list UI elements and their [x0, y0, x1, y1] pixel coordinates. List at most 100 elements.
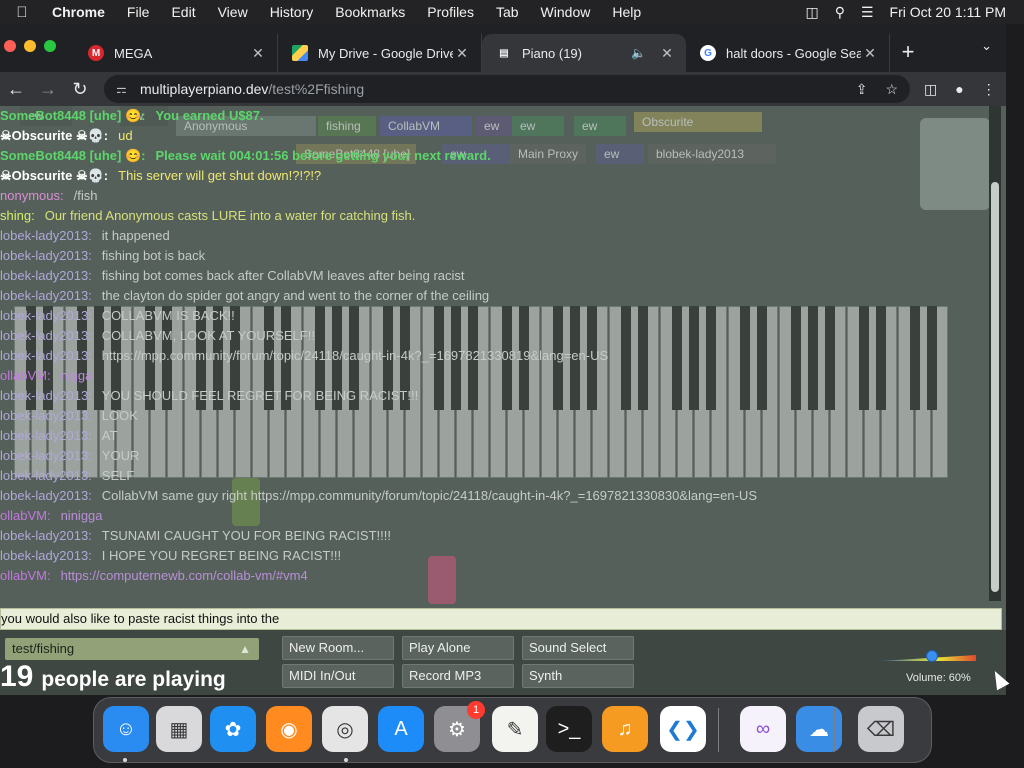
- bookmark-star-icon[interactable]: ☆: [885, 81, 898, 98]
- chat-scrollbar[interactable]: [989, 106, 1001, 601]
- close-window-button[interactable]: [4, 40, 16, 52]
- chat-author[interactable]: nonymous:: [0, 188, 64, 203]
- menu-view[interactable]: View: [207, 4, 259, 20]
- sound-select-button[interactable]: Sound Select: [522, 636, 634, 660]
- tab-google-search[interactable]: G halt doors - Google Search ✕: [686, 34, 890, 72]
- chat-author[interactable]: ollabVM:: [0, 508, 51, 523]
- menu-window[interactable]: Window: [530, 4, 602, 20]
- menu-history[interactable]: History: [259, 4, 325, 20]
- midi-in-out-button[interactable]: MIDI In/Out: [282, 664, 394, 688]
- launchpad-icon[interactable]: ▦: [156, 706, 202, 752]
- apple-icon[interactable]: : [0, 4, 44, 21]
- menu-bookmarks[interactable]: Bookmarks: [324, 4, 416, 20]
- menu-edit[interactable]: Edit: [160, 4, 206, 20]
- forward-icon[interactable]: →: [32, 79, 64, 100]
- share-icon[interactable]: ⇪: [856, 81, 868, 98]
- chrome-icon[interactable]: ◎: [322, 706, 368, 752]
- menu-app-name[interactable]: Chrome: [44, 4, 116, 20]
- safari-icon[interactable]: ✿: [210, 706, 256, 752]
- menu-clock[interactable]: Fri Oct 20 1:11 PM: [890, 4, 1006, 20]
- close-tab-icon[interactable]: ✕: [453, 45, 471, 62]
- window-controls: [4, 40, 56, 52]
- chat-author[interactable]: SomeBot8448 [uhe] 😊:: [0, 148, 146, 163]
- chat-author[interactable]: lobek-lady2013:: [0, 528, 92, 543]
- side-panel-icon[interactable]: ◫: [924, 81, 937, 98]
- chat-author[interactable]: lobek-lady2013:: [0, 468, 92, 483]
- chat-author[interactable]: lobek-lady2013:: [0, 268, 92, 283]
- close-tab-icon[interactable]: ✕: [861, 45, 879, 62]
- weather-icon[interactable]: ☁: [796, 706, 842, 752]
- chat-author[interactable]: lobek-lady2013:: [0, 248, 92, 263]
- synth-button[interactable]: Synth: [522, 664, 634, 688]
- chat-author[interactable]: lobek-lady2013:: [0, 328, 92, 343]
- chat-author[interactable]: lobek-lady2013:: [0, 428, 92, 443]
- textedit-icon[interactable]: ✎: [492, 706, 538, 752]
- chat-author[interactable]: lobek-lady2013:: [0, 308, 92, 323]
- chat-text: it happened: [101, 228, 170, 243]
- chat-author[interactable]: lobek-lady2013:: [0, 548, 92, 563]
- chat-author[interactable]: shing:: [0, 208, 35, 223]
- profile-icon[interactable]: ●: [955, 81, 963, 98]
- chat-text: I HOPE YOU REGRET BEING RACIST!!!: [101, 548, 342, 563]
- terminal-icon[interactable]: >_: [546, 706, 592, 752]
- chat-text: nigga: [60, 368, 93, 383]
- more-menu-icon[interactable]: ⋮: [982, 81, 996, 98]
- chevron-down-icon[interactable]: ⌄: [981, 38, 992, 54]
- spotlight-search-icon[interactable]: ⚲: [835, 4, 845, 21]
- back-icon[interactable]: ←: [0, 79, 32, 100]
- room-select[interactable]: test/fishing ▲: [5, 638, 259, 660]
- menu-help[interactable]: Help: [601, 4, 652, 20]
- volume-slider[interactable]: [880, 650, 976, 662]
- chat-author[interactable]: SomeBot8448 [uhe] 😊:: [0, 108, 146, 123]
- trash-icon[interactable]: ⌫: [858, 706, 904, 752]
- new-room-button[interactable]: New Room...: [282, 636, 394, 660]
- reload-icon[interactable]: ↻: [64, 79, 96, 100]
- screen-mirroring-icon[interactable]: ◫: [805, 4, 818, 21]
- site-info-icon[interactable]: ⚎: [116, 82, 130, 96]
- vscode-icon[interactable]: ❮❯: [660, 706, 706, 752]
- chat-message: lobek-lady2013: YOU SHOULD FEEL REGRET FO…: [0, 386, 418, 406]
- chat-author[interactable]: lobek-lady2013:: [0, 488, 92, 503]
- menu-profiles[interactable]: Profiles: [416, 4, 485, 20]
- chat-author[interactable]: ☠Obscurite ☠💀:: [0, 128, 108, 143]
- minimize-window-button[interactable]: [24, 40, 36, 52]
- chat-author[interactable]: lobek-lady2013:: [0, 288, 92, 303]
- tab-mega[interactable]: M MEGA ✕: [74, 34, 278, 72]
- chat-author[interactable]: lobek-lady2013:: [0, 348, 92, 363]
- dock-separator: [834, 708, 835, 752]
- control-center-icon[interactable]: ☰: [861, 4, 874, 21]
- visual-studio-icon[interactable]: ∞: [740, 706, 786, 752]
- tab-google-drive[interactable]: My Drive - Google Drive ✕: [278, 34, 482, 72]
- chat-input[interactable]: you would also like to paste racist thin…: [0, 608, 1002, 630]
- chat-author[interactable]: ☠Obscurite ☠💀:: [0, 168, 108, 183]
- play-alone-button[interactable]: Play Alone: [402, 636, 514, 660]
- system-settings-icon[interactable]: ⚙ 1: [434, 701, 485, 752]
- new-tab-button[interactable]: +: [890, 34, 926, 72]
- garageband-icon[interactable]: ♫: [602, 706, 648, 752]
- chat-author[interactable]: lobek-lady2013:: [0, 228, 92, 243]
- tab-piano[interactable]: ▤ Piano (19) 🔈 ✕: [482, 34, 686, 72]
- chat-author[interactable]: lobek-lady2013:: [0, 448, 92, 463]
- finder-icon[interactable]: ☺: [103, 706, 149, 752]
- app-store-icon[interactable]: A: [378, 706, 424, 752]
- chat-author[interactable]: ollabVM:: [0, 568, 51, 583]
- chat-message: lobek-lady2013: LOOK: [0, 406, 138, 426]
- chat-author[interactable]: lobek-lady2013:: [0, 408, 92, 423]
- firefox-icon[interactable]: ◉: [266, 706, 312, 752]
- address-bar[interactable]: ⚎ multiplayerpiano.dev/test%2Ffishing ⇪ …: [104, 75, 910, 103]
- google-drive-favicon-icon: [292, 45, 308, 61]
- scrollbar-thumb[interactable]: [991, 182, 999, 592]
- chat-log: SomeBot8448 [uhe] 😊: You earned U$87. ☠Obs…: [0, 106, 990, 601]
- chat-message: lobek-lady2013: https://mpp.community/for…: [0, 346, 608, 366]
- zoom-window-button[interactable]: [44, 40, 56, 52]
- volume-knob[interactable]: [925, 650, 938, 662]
- close-tab-icon[interactable]: ✕: [249, 45, 267, 62]
- chat-author[interactable]: ollabVM:: [0, 368, 51, 383]
- record-mp3-button[interactable]: Record MP3: [402, 664, 514, 688]
- chat-author[interactable]: lobek-lady2013:: [0, 388, 92, 403]
- chat-text: fishing bot comes back after CollabVM le…: [101, 268, 465, 283]
- menu-file[interactable]: File: [116, 4, 161, 20]
- menu-tab[interactable]: Tab: [485, 4, 530, 20]
- speaker-icon[interactable]: 🔈: [631, 46, 646, 60]
- close-tab-icon[interactable]: ✕: [658, 45, 676, 62]
